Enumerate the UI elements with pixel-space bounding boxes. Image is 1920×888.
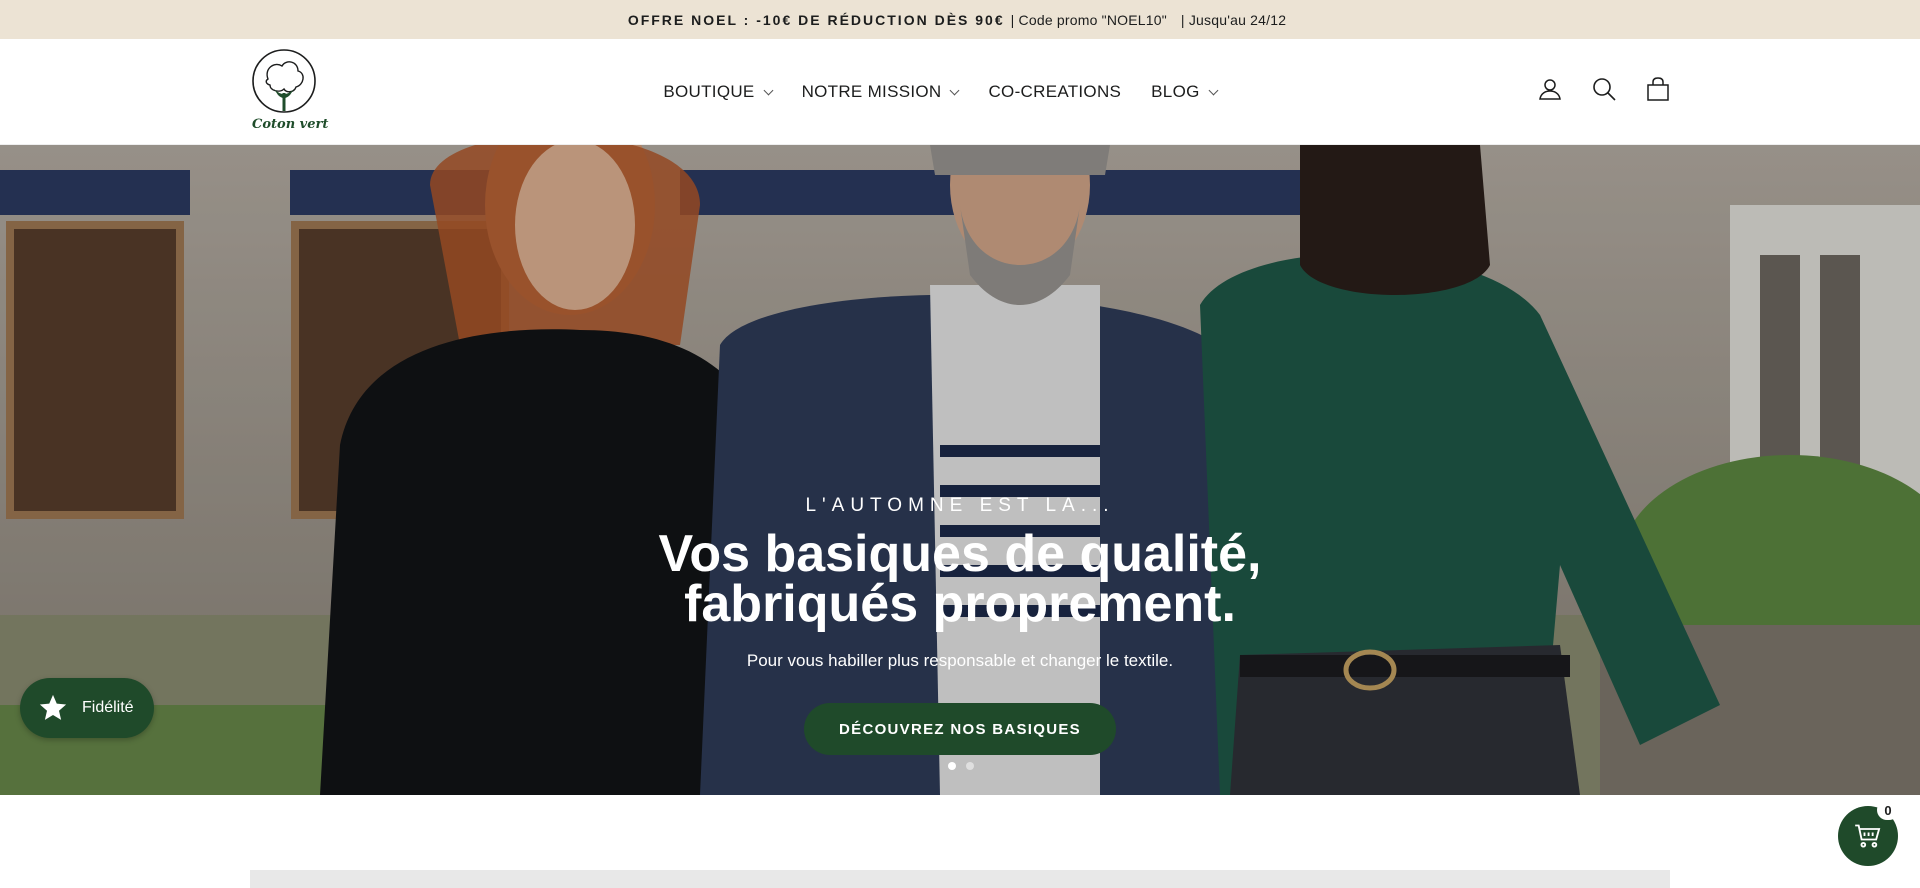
- nav-label: BOUTIQUE: [663, 82, 755, 101]
- site-header: Coton vert BOUTIQUE NOTRE MISSION CO-CRE…: [0, 39, 1920, 145]
- hero-text: L'AUTOMNE EST LA... Vos basiques de qual…: [0, 495, 1920, 671]
- hero-subline: Pour vous habiller plus responsable et c…: [746, 651, 1174, 670]
- loyalty-label: Fidélité: [82, 699, 134, 716]
- nav-boutique[interactable]: BOUTIQUE: [663, 82, 774, 102]
- announcement-until: | Jusqu'au 24/12: [1180, 11, 1287, 28]
- announcement-bar: OFFRE NOEL : -10€ DE RÉDUCTION DÈS 90€ |…: [0, 0, 1920, 39]
- hero-headline-line1: Vos basiques de qualité,: [658, 525, 1262, 583]
- chevron-down-icon: [763, 85, 774, 96]
- announcement-offer: OFFRE NOEL : -10€ DE RÉDUCTION DÈS 90€: [627, 11, 1005, 28]
- announcement-promo: | Code promo "NOEL10": [1010, 11, 1167, 28]
- hero-image: [0, 145, 1920, 795]
- nav-label: CO-CREATIONS: [988, 82, 1122, 101]
- search-icon[interactable]: [1592, 77, 1616, 101]
- hero-cta-button[interactable]: DÉCOUVREZ NOS BASIQUES: [804, 703, 1116, 755]
- star-icon: [39, 694, 67, 720]
- content-placeholder-bar: [250, 870, 1670, 888]
- header-icons: [1538, 77, 1670, 101]
- chevron-down-icon: [950, 85, 960, 96]
- nav-co-creations[interactable]: CO-CREATIONS: [988, 82, 1121, 102]
- hero-headline: Vos basiques de qualité, fabriqués propr…: [0, 525, 1920, 633]
- nav-notre-mission[interactable]: NOTRE MISSION: [801, 82, 960, 102]
- nav-blog[interactable]: BLOG: [1151, 82, 1219, 102]
- slide-dot-1[interactable]: [948, 762, 956, 770]
- chevron-down-icon: [1208, 85, 1219, 96]
- cart-icon[interactable]: [1646, 77, 1670, 101]
- hero-slideshow: L'AUTOMNE EST LA... Vos basiques de qual…: [0, 145, 1920, 795]
- slide-dot-2[interactable]: [966, 762, 974, 770]
- nav-label: NOTRE MISSION: [801, 82, 942, 101]
- loyalty-button[interactable]: Fidélité: [20, 678, 154, 738]
- account-icon[interactable]: [1538, 77, 1562, 101]
- slideshow-dots: [948, 762, 974, 770]
- basket-icon: [1855, 824, 1881, 848]
- hero-kicker: L'AUTOMNE EST LA...: [805, 495, 1115, 516]
- hero-headline-line2: fabriqués proprement.: [684, 575, 1236, 633]
- cart-count-badge: 0: [1877, 800, 1899, 820]
- nav-label: BLOG: [1151, 82, 1200, 101]
